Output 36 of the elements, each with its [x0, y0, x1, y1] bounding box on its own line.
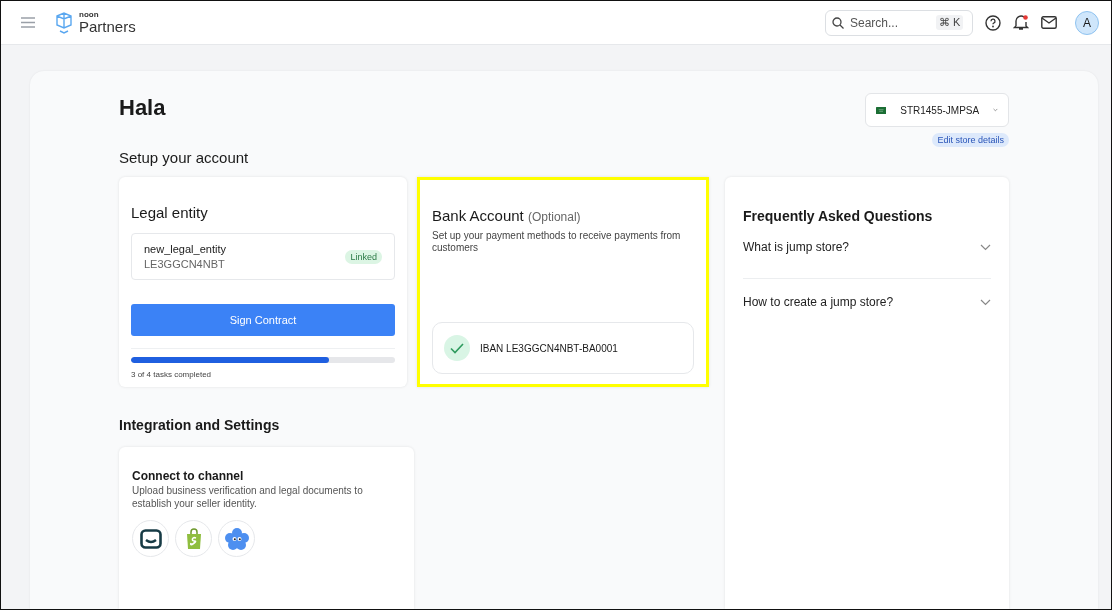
chevron-down-icon: [980, 298, 991, 306]
user-avatar[interactable]: A: [1075, 10, 1099, 35]
progress-label: 3 of 4 tasks completed: [131, 370, 213, 379]
search-icon: [832, 16, 844, 29]
optional-label: (Optional): [527, 210, 581, 224]
brand-small-text: noon: [79, 11, 100, 19]
mail-icon[interactable]: [1041, 16, 1057, 29]
card-title: Connect to channel: [132, 469, 245, 483]
edit-store-link[interactable]: Edit store details: [932, 133, 1009, 147]
card-title: Legal entity: [131, 204, 209, 221]
shortcut-key: ⌘ K: [936, 15, 964, 30]
faq-title: Frequently Asked Questions: [743, 208, 934, 224]
card-description: Set up your payment methods to receive payments from customers: [432, 230, 682, 254]
section-title: Setup your account: [119, 149, 250, 166]
search-field[interactable]: Search... ⌘ K: [825, 9, 973, 36]
faq-item[interactable]: How to create a jump store?: [743, 279, 991, 333]
sign-contract-button[interactable]: Sign Contract: [131, 304, 395, 336]
chevron-down-icon: [980, 243, 991, 251]
section-title: Integration and Settings: [119, 417, 281, 433]
brand-name: Partners: [79, 19, 136, 34]
entity-name: new_legal_entity: [144, 243, 226, 255]
iban-text: IBAN LE3GGCN4NBT-BA0001: [480, 342, 618, 354]
logo-icon: [55, 11, 73, 34]
help-icon[interactable]: [985, 14, 1001, 31]
entity-id: LE3GGCN4NBT: [144, 258, 226, 270]
menu-icon[interactable]: [21, 17, 35, 28]
status-badge: Linked: [345, 249, 382, 264]
card-title: Bank Account: [432, 207, 524, 224]
bell-icon[interactable]: [1013, 14, 1029, 31]
check-icon: [444, 335, 470, 361]
faq-item[interactable]: What is jump store?: [743, 230, 991, 279]
card-description: Upload business verification and legal documents to establish your seller identity.: [132, 485, 364, 510]
store-selector[interactable]: STR1455-JMPSA: [865, 93, 1009, 127]
search-input[interactable]: Search...: [850, 15, 930, 30]
greeting-title: Hala: [119, 95, 166, 121]
chevron-down-icon: [993, 107, 998, 113]
